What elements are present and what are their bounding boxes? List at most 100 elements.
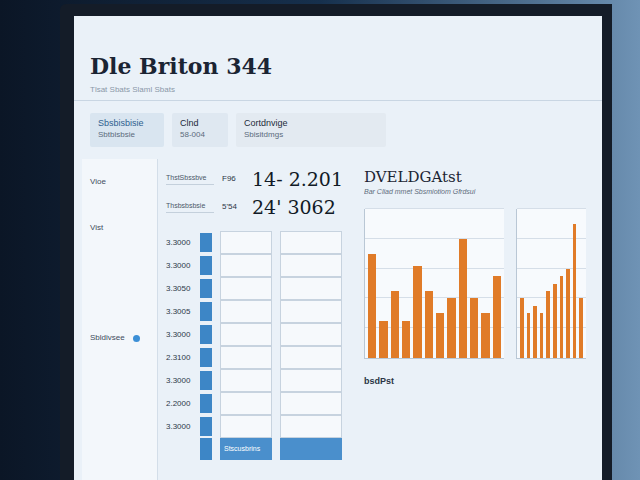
row-bar — [200, 325, 212, 344]
summary-card[interactable]: CortdnvigeSbisitdmgs — [236, 113, 386, 147]
sidebar: Vioe Vist Sbldivsee — [82, 159, 158, 480]
chart-bar — [368, 254, 376, 358]
table-row[interactable]: 3.3005 — [166, 300, 356, 323]
row-bar — [200, 256, 212, 275]
table-cell: 3.3000 — [166, 415, 200, 438]
stat-value: 14- 2.201 — [252, 167, 343, 191]
grid-line — [517, 208, 586, 209]
table-cell-empty — [220, 369, 272, 392]
table-footer-cell — [280, 438, 342, 460]
table-cell-empty — [220, 300, 272, 323]
table-row[interactable]: 3.3000 — [166, 323, 356, 346]
table-row[interactable]: 3.3000 — [166, 369, 356, 392]
table-cell-empty — [280, 415, 342, 438]
table-cell: 3.3000 — [166, 323, 200, 346]
row-bar — [200, 438, 212, 460]
stat-code: 5'54 — [222, 201, 244, 213]
chart-bar — [573, 224, 577, 358]
stat-label: Thsbsbsbsie — [166, 201, 214, 213]
table-cell: 3.3000 — [166, 231, 200, 254]
table-cell: 3.3005 — [166, 300, 200, 323]
table-cell-empty — [220, 346, 272, 369]
monitor-bezel: Dle Briton 344 Tlsat Sbats Slaml Sbats Sbs… — [60, 4, 612, 480]
table-cell: 2.2000 — [166, 392, 200, 415]
row-bar — [200, 371, 212, 390]
card-label: Sbsbisbisie — [98, 117, 156, 129]
chart-bar — [540, 313, 544, 358]
screen: Dle Briton 344 Tlsat Sbats Slaml Sbats Sbs… — [74, 16, 602, 480]
table-row[interactable]: 3.3000 — [166, 415, 356, 438]
table-cell: 2.3100 — [166, 346, 200, 369]
card-value: Sbtbisbsie — [98, 129, 156, 140]
table-row[interactable]: 3.3000 — [166, 254, 356, 277]
status-dot-icon — [133, 335, 140, 342]
chart-bar — [413, 266, 421, 358]
table-cell-empty — [280, 277, 342, 300]
stat-value: 24' 3062 — [252, 195, 336, 219]
chart-bar — [425, 291, 433, 358]
table-row[interactable]: 2.3100 — [166, 346, 356, 369]
stats: ThstSbssbveF9614- 2.201 Thsbsbsbsie 5'54 24… — [166, 159, 356, 231]
table-cell-empty — [280, 300, 342, 323]
page-title: Dle Briton 344 — [90, 52, 586, 80]
table-cell-empty — [220, 392, 272, 415]
table-spacer — [166, 438, 200, 460]
chart-bar — [436, 313, 444, 358]
chart-footer: bsdPst — [364, 375, 586, 389]
chart-bar — [527, 313, 531, 358]
chart-bar — [447, 298, 455, 358]
table-cell-empty — [220, 277, 272, 300]
table-cell: 3.3000 — [166, 254, 200, 277]
table-cell: 3.3000 — [166, 369, 200, 392]
chart-bar — [566, 269, 570, 358]
chart-bar — [533, 306, 537, 358]
table-row[interactable]: 3.3000 — [166, 231, 356, 254]
row-bar — [200, 394, 212, 413]
page-subtitle: Tlsat Sbats Slaml Sbats — [90, 84, 586, 96]
sidebar-label: Vioe — [90, 176, 106, 188]
sidebar-item[interactable]: Vist — [90, 221, 157, 235]
table-cell: 3.3050 — [166, 277, 200, 300]
card-value: Sbisitdmgs — [244, 129, 378, 140]
sidebar-item[interactable]: Vioe — [90, 175, 157, 189]
summary-card[interactable]: SbsbisbisieSbtbisbsie — [90, 113, 164, 147]
stat-row: ThstSbssbveF9614- 2.201 — [166, 167, 356, 191]
grid-line — [365, 268, 504, 269]
header: Dle Briton 344 Tlsat Sbats Slaml Sbats — [74, 16, 602, 101]
table-cell-empty — [220, 415, 272, 438]
chart-subtitle: Bar Cliad mmet Sbsmiotiom Gfrdsui — [364, 187, 586, 197]
table-footer: Stscusbrins — [166, 438, 356, 460]
table-footer-cell: Stscusbrins — [220, 438, 272, 460]
table-cell-empty — [220, 231, 272, 254]
data-table: 3.30003.30003.30503.30053.30002.31003.30… — [166, 231, 356, 460]
chart-bar — [493, 276, 501, 358]
dashboard-body: Vioe Vist Sbldivsee ThstSbssbveF9614- 2.201… — [74, 155, 602, 480]
sidebar-item[interactable]: Sbldivsee — [90, 331, 157, 345]
card-value: 58-004 — [180, 129, 220, 140]
chart-title: DVELDGAtst — [364, 167, 586, 187]
chart-bar — [402, 321, 410, 358]
chart-bar — [520, 298, 524, 358]
chart-bar — [546, 291, 550, 358]
metrics-panel: ThstSbssbveF9614- 2.201 Thsbsbsbsie 5'54 24… — [166, 159, 356, 480]
row-bar — [200, 233, 212, 252]
chart-bar — [553, 284, 557, 359]
table-cell-empty — [280, 254, 342, 277]
table-row[interactable]: 2.2000 — [166, 392, 356, 415]
table-cell-empty — [220, 254, 272, 277]
table-cell-empty — [220, 323, 272, 346]
summary-card[interactable]: Clnd58-004 — [172, 113, 228, 147]
chart-bar — [470, 298, 478, 358]
sidebar-label: Sbldivsee — [90, 332, 125, 344]
card-label: Cortdnvige — [244, 117, 378, 129]
chart-bar — [391, 291, 399, 358]
chart-bar — [579, 298, 583, 358]
table-footer-label: Stscusbrins — [224, 444, 260, 455]
chart-bar — [481, 313, 489, 358]
chart-bar — [379, 321, 387, 358]
grid-line — [365, 238, 504, 239]
table-row[interactable]: 3.3050 — [166, 277, 356, 300]
summary-cards: SbsbisbisieSbtbisbsieClnd58-004Cortdnvig… — [74, 101, 602, 155]
table-cell-empty — [280, 392, 342, 415]
table-cell-empty — [280, 231, 342, 254]
